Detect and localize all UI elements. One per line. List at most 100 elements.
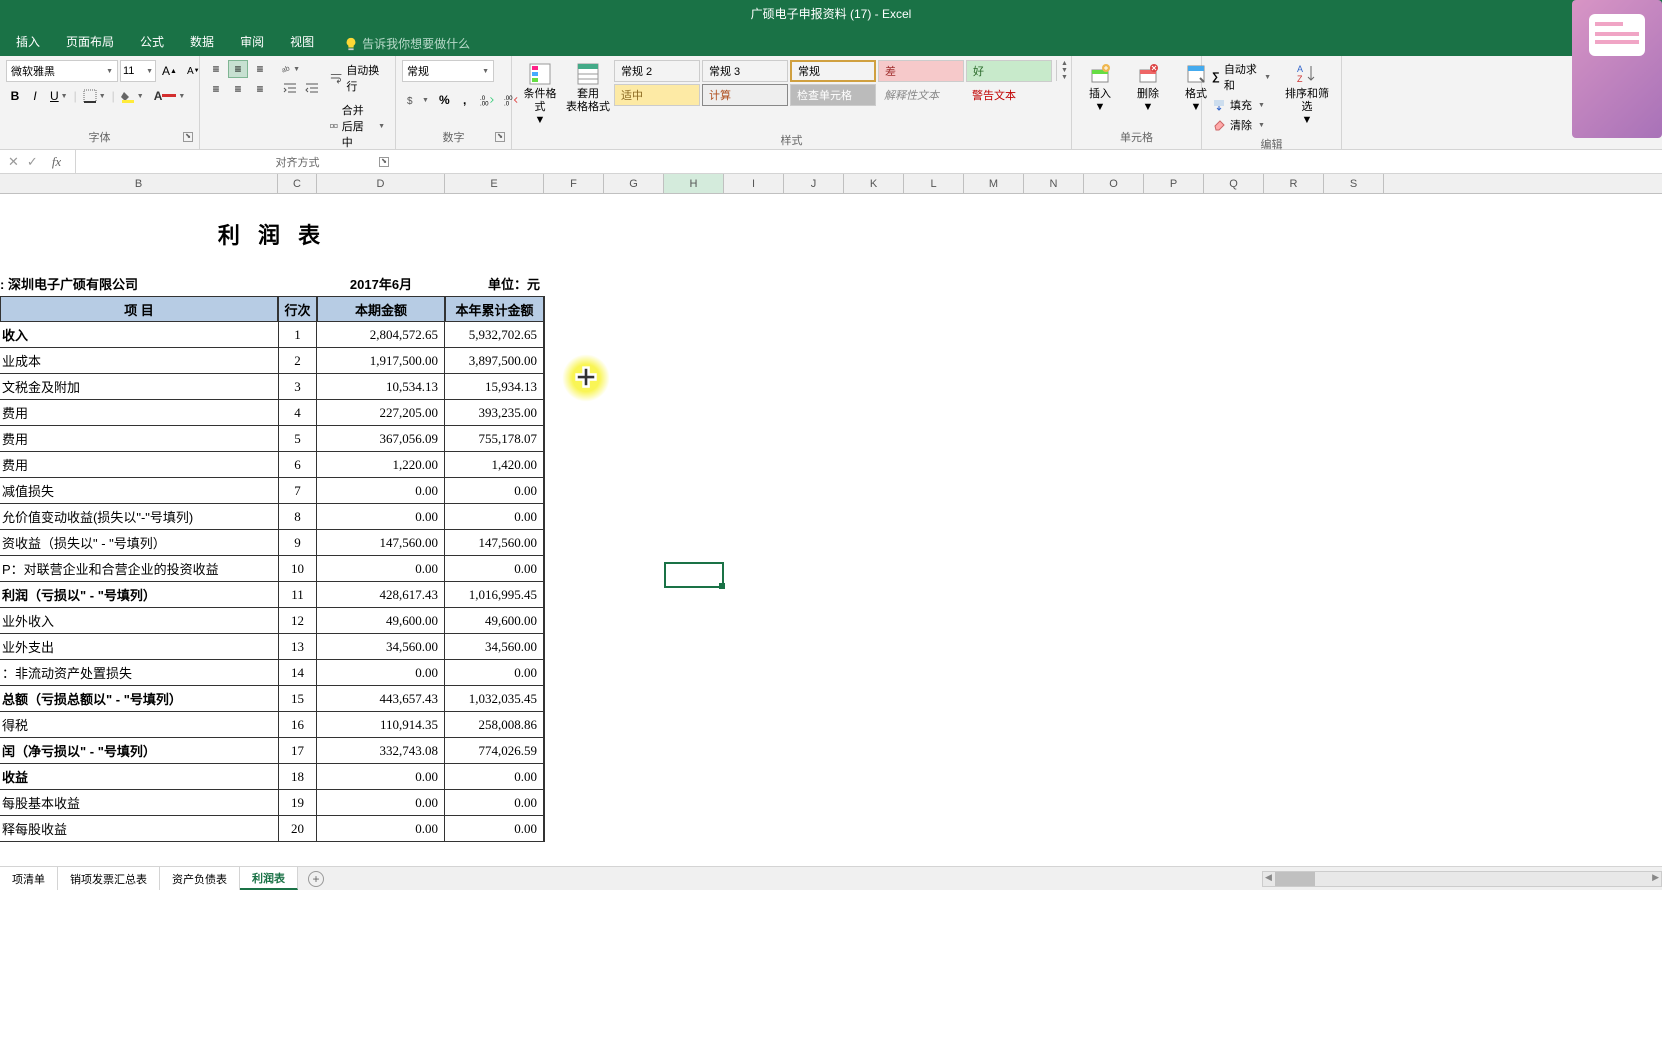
horizontal-scrollbar[interactable]: ◀ ▶	[1262, 871, 1662, 887]
cell[interactable]: : 深圳电子广硕有限公司	[0, 270, 278, 296]
tab-page-layout[interactable]: 页面布局	[54, 27, 126, 56]
align-top-button[interactable]: ≡	[206, 60, 226, 78]
cell[interactable]: 0.00	[445, 764, 544, 790]
cell[interactable]: 利润（亏损以" - "号填列）	[0, 582, 278, 608]
style-check[interactable]: 检查单元格	[790, 84, 876, 106]
col-header-F[interactable]: F	[544, 174, 604, 193]
cell[interactable]: 11	[278, 582, 317, 608]
cell[interactable]: 15,934.13	[445, 374, 544, 400]
delete-cell-button[interactable]: 删除▼	[1126, 60, 1170, 116]
cell[interactable]: 13	[278, 634, 317, 660]
percent-button[interactable]: %	[435, 90, 454, 110]
cell[interactable]: 110,914.35	[317, 712, 445, 738]
cell[interactable]: 0.00	[317, 478, 445, 504]
new-sheet-button[interactable]: +	[298, 871, 334, 887]
col-header-E[interactable]: E	[445, 174, 544, 193]
cell[interactable]: 0.00	[317, 764, 445, 790]
cell[interactable]: 12	[278, 608, 317, 634]
cell[interactable]: 2017年6月	[317, 270, 445, 296]
cell[interactable]: 0.00	[317, 556, 445, 582]
cell[interactable]: 428,617.43	[317, 582, 445, 608]
more-styles-icon[interactable]: ▼	[1061, 74, 1068, 81]
tab-view[interactable]: 视图	[278, 27, 326, 56]
col-header-J[interactable]: J	[784, 174, 844, 193]
cell[interactable]: 总额（亏损总额以" - "号填列）	[0, 686, 278, 712]
scroll-right-icon[interactable]: ▶	[1652, 872, 1659, 883]
cell[interactable]: 0.00	[445, 790, 544, 816]
style-warning[interactable]: 警告文本	[966, 84, 1052, 106]
cell[interactable]: 14	[278, 660, 317, 686]
col-header-H[interactable]: H	[664, 174, 724, 193]
cell[interactable]: 774,026.59	[445, 738, 544, 764]
cell[interactable]: 0.00	[317, 790, 445, 816]
number-dialog-launcher-icon[interactable]: ⬊	[495, 132, 505, 142]
cell[interactable]: 1	[278, 322, 317, 348]
cell[interactable]: 10	[278, 556, 317, 582]
cell[interactable]	[544, 296, 545, 842]
cancel-formula-icon[interactable]: ✕	[8, 154, 19, 170]
cell[interactable]: 147,560.00	[317, 530, 445, 556]
sheet-tab-0[interactable]: 项清单	[0, 867, 58, 890]
tab-review[interactable]: 审阅	[228, 27, 276, 56]
cell[interactable]: 332,743.08	[317, 738, 445, 764]
cell[interactable]: 单位：元	[445, 270, 544, 296]
align-center-button[interactable]: ≡	[228, 80, 248, 98]
cell[interactable]: 9	[278, 530, 317, 556]
bold-button[interactable]: B	[6, 86, 24, 106]
tell-me-box[interactable]: 告诉我你想要做什么	[344, 35, 470, 56]
cell[interactable]: 18	[278, 764, 317, 790]
scroll-left-icon[interactable]: ◀	[1265, 872, 1272, 883]
style-good[interactable]: 好	[966, 60, 1052, 82]
align-middle-button[interactable]: ≡	[228, 60, 248, 78]
cell[interactable]: 16	[278, 712, 317, 738]
border-button[interactable]: ▼	[79, 86, 110, 106]
cell[interactable]: 费用	[0, 400, 278, 426]
cell[interactable]: 1,917,500.00	[317, 348, 445, 374]
conditional-format-button[interactable]: 条件格式▼	[518, 60, 562, 130]
style-gallery-more[interactable]: ▲ ▼ ▼	[1056, 60, 1068, 81]
style-normal2[interactable]: 常规 2	[614, 60, 700, 82]
align-dialog-launcher-icon[interactable]: ⬊	[379, 157, 389, 167]
sort-filter-button[interactable]: AZ 排序和筛选▼	[1279, 60, 1335, 130]
cell[interactable]: 项 目	[0, 296, 278, 322]
cell[interactable]: 367,056.09	[317, 426, 445, 452]
scroll-down-icon[interactable]: ▼	[1061, 67, 1068, 74]
cell[interactable]: 49,600.00	[317, 608, 445, 634]
cell[interactable]: 10,534.13	[317, 374, 445, 400]
cell[interactable]: 1,016,995.45	[445, 582, 544, 608]
cell[interactable]: 20	[278, 816, 317, 842]
col-header-D[interactable]: D	[317, 174, 445, 193]
italic-button[interactable]: I	[26, 86, 44, 106]
col-header-R[interactable]: R	[1264, 174, 1324, 193]
sheet-tab-2[interactable]: 资产负债表	[160, 867, 240, 890]
cell[interactable]: 业成本	[0, 348, 278, 374]
col-header-C[interactable]: C	[278, 174, 317, 193]
increase-decimal-button[interactable]: .0.00	[476, 90, 498, 110]
autosum-button[interactable]: ∑自动求和▼	[1208, 60, 1275, 94]
style-normal[interactable]: 常规	[790, 60, 876, 82]
col-header-N[interactable]: N	[1024, 174, 1084, 193]
cell[interactable]: 49,600.00	[445, 608, 544, 634]
cell[interactable]: 258,008.86	[445, 712, 544, 738]
style-explanatory[interactable]: 解释性文本	[878, 84, 964, 106]
cell[interactable]: 34,560.00	[445, 634, 544, 660]
cell[interactable]: 17	[278, 738, 317, 764]
tab-data[interactable]: 数据	[178, 27, 226, 56]
align-right-button[interactable]: ≡	[250, 80, 270, 98]
cell[interactable]: 0.00	[317, 504, 445, 530]
style-bad[interactable]: 差	[878, 60, 964, 82]
cell[interactable]: 资收益（损失以" - "号填列）	[0, 530, 278, 556]
col-header-Q[interactable]: Q	[1204, 174, 1264, 193]
cell[interactable]: 得税	[0, 712, 278, 738]
cell[interactable]: 19	[278, 790, 317, 816]
col-header-M[interactable]: M	[964, 174, 1024, 193]
cell[interactable]: 147,560.00	[445, 530, 544, 556]
cell[interactable]: 0.00	[317, 816, 445, 842]
cell[interactable]: 业外支出	[0, 634, 278, 660]
accounting-button[interactable]: $▼	[402, 90, 433, 110]
align-left-button[interactable]: ≡	[206, 80, 226, 98]
cell[interactable]: 1,220.00	[317, 452, 445, 478]
orientation-button[interactable]: ab▼	[280, 60, 300, 78]
cell[interactable]: 7	[278, 478, 317, 504]
cell[interactable]: 2	[278, 348, 317, 374]
